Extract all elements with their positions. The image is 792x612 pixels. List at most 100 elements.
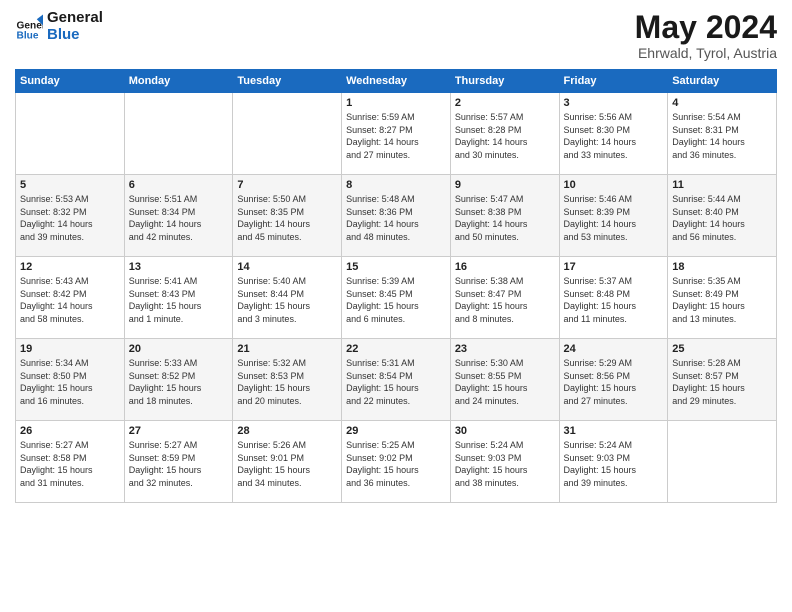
day-cell: 28Sunrise: 5:26 AM Sunset: 9:01 PM Dayli…	[233, 421, 342, 503]
logo: General Blue General Blue	[15, 10, 103, 43]
day-cell: 27 Sunrise: 5:27 AM Sunset: 8:59 PM Dayli…	[124, 421, 233, 503]
day-cell: 29 Sunrise: 5:25 AM Sunset: 9:02 PM Dayli…	[342, 421, 451, 503]
day-cell: 8 Sunrise: 5:48 AM Sunset: 8:36 PM Daylig…	[342, 175, 451, 257]
day-number: 9	[455, 179, 555, 191]
day-cell	[124, 93, 233, 175]
day-info: Sunrise: 5:38 AM Sunset: 8:47 PM Dayligh…	[455, 275, 555, 325]
day-cell	[233, 93, 342, 175]
logo-line1: General	[47, 10, 103, 27]
day-number: 23	[455, 343, 555, 355]
day-number: 13	[129, 261, 229, 273]
col-header-friday: Friday	[559, 70, 668, 93]
day-number: 27	[129, 425, 229, 437]
day-info: Sunrise: 5:57 AM Sunset: 8:28 PM Dayligh…	[455, 111, 555, 161]
day-info: Sunrise: 5:48 AM Sunset: 8:36 PM Dayligh…	[346, 193, 446, 243]
day-cell: 7 Sunrise: 5:50 AM Sunset: 8:35 PM Daylig…	[233, 175, 342, 257]
day-info: Sunrise: 5:32 AM Sunset: 8:53 PM Dayligh…	[237, 357, 337, 407]
col-header-tuesday: Tuesday	[233, 70, 342, 93]
day-number: 18	[672, 261, 772, 273]
day-number: 5	[20, 179, 120, 191]
day-cell: 3 Sunrise: 5:56 AM Sunset: 8:30 PM Daylig…	[559, 93, 668, 175]
day-info: Sunrise: 5:47 AM Sunset: 8:38 PM Dayligh…	[455, 193, 555, 243]
day-number: 2	[455, 97, 555, 109]
logo-icon: General Blue	[15, 13, 43, 41]
col-header-thursday: Thursday	[450, 70, 559, 93]
day-number: 30	[455, 425, 555, 437]
week-row-2: 5 Sunrise: 5:53 AM Sunset: 8:32 PM Daylig…	[16, 175, 777, 257]
day-cell: 2 Sunrise: 5:57 AM Sunset: 8:28 PM Daylig…	[450, 93, 559, 175]
day-cell: 22 Sunrise: 5:31 AM Sunset: 8:54 PM Dayli…	[342, 339, 451, 421]
day-cell: 30Sunrise: 5:24 AM Sunset: 9:03 PM Dayli…	[450, 421, 559, 503]
calendar-table: SundayMondayTuesdayWednesdayThursdayFrid…	[15, 69, 777, 503]
day-number: 10	[564, 179, 664, 191]
col-header-wednesday: Wednesday	[342, 70, 451, 93]
day-cell: 25Sunrise: 5:28 AM Sunset: 8:57 PM Dayli…	[668, 339, 777, 421]
day-info: Sunrise: 5:34 AM Sunset: 8:50 PM Dayligh…	[20, 357, 120, 407]
day-cell: 23 Sunrise: 5:30 AM Sunset: 8:55 PM Dayli…	[450, 339, 559, 421]
day-number: 3	[564, 97, 664, 109]
day-info: Sunrise: 5:33 AM Sunset: 8:52 PM Dayligh…	[129, 357, 229, 407]
day-info: Sunrise: 5:27 AM Sunset: 8:59 PM Dayligh…	[129, 439, 229, 489]
day-info: Sunrise: 5:56 AM Sunset: 8:30 PM Dayligh…	[564, 111, 664, 161]
day-cell	[668, 421, 777, 503]
day-info: Sunrise: 5:27 AM Sunset: 8:58 PM Dayligh…	[20, 439, 120, 489]
day-number: 24	[564, 343, 664, 355]
day-number: 19	[20, 343, 120, 355]
day-info: Sunrise: 5:26 AM Sunset: 9:01 PM Dayligh…	[237, 439, 337, 489]
day-number: 12	[20, 261, 120, 273]
week-row-5: 26 Sunrise: 5:27 AM Sunset: 8:58 PM Dayli…	[16, 421, 777, 503]
main-title: May 2024	[635, 10, 777, 45]
day-number: 26	[20, 425, 120, 437]
day-info: Sunrise: 5:41 AM Sunset: 8:43 PM Dayligh…	[129, 275, 229, 325]
day-info: Sunrise: 5:59 AM Sunset: 8:27 PM Dayligh…	[346, 111, 446, 161]
day-info: Sunrise: 5:53 AM Sunset: 8:32 PM Dayligh…	[20, 193, 120, 243]
day-info: Sunrise: 5:51 AM Sunset: 8:34 PM Dayligh…	[129, 193, 229, 243]
day-info: Sunrise: 5:24 AM Sunset: 9:03 PM Dayligh…	[564, 439, 664, 489]
day-info: Sunrise: 5:54 AM Sunset: 8:31 PM Dayligh…	[672, 111, 772, 161]
day-info: Sunrise: 5:37 AM Sunset: 8:48 PM Dayligh…	[564, 275, 664, 325]
day-cell: 5 Sunrise: 5:53 AM Sunset: 8:32 PM Daylig…	[16, 175, 125, 257]
day-number: 14	[237, 261, 337, 273]
week-row-4: 19 Sunrise: 5:34 AM Sunset: 8:50 PM Dayli…	[16, 339, 777, 421]
page: General Blue General Blue May 2024 Ehrwa…	[0, 0, 792, 612]
day-number: 11	[672, 179, 772, 191]
day-number: 8	[346, 179, 446, 191]
day-cell: 10Sunrise: 5:46 AM Sunset: 8:39 PM Dayli…	[559, 175, 668, 257]
day-cell: 6 Sunrise: 5:51 AM Sunset: 8:34 PM Daylig…	[124, 175, 233, 257]
day-info: Sunrise: 5:29 AM Sunset: 8:56 PM Dayligh…	[564, 357, 664, 407]
day-number: 6	[129, 179, 229, 191]
day-cell: 18Sunrise: 5:35 AM Sunset: 8:49 PM Dayli…	[668, 257, 777, 339]
day-cell: 20Sunrise: 5:33 AM Sunset: 8:52 PM Dayli…	[124, 339, 233, 421]
day-info: Sunrise: 5:43 AM Sunset: 8:42 PM Dayligh…	[20, 275, 120, 325]
day-cell: 31Sunrise: 5:24 AM Sunset: 9:03 PM Dayli…	[559, 421, 668, 503]
day-cell: 17 Sunrise: 5:37 AM Sunset: 8:48 PM Dayli…	[559, 257, 668, 339]
day-number: 7	[237, 179, 337, 191]
day-cell: 12 Sunrise: 5:43 AM Sunset: 8:42 PM Dayli…	[16, 257, 125, 339]
day-number: 25	[672, 343, 772, 355]
day-number: 22	[346, 343, 446, 355]
day-info: Sunrise: 5:31 AM Sunset: 8:54 PM Dayligh…	[346, 357, 446, 407]
day-info: Sunrise: 5:30 AM Sunset: 8:55 PM Dayligh…	[455, 357, 555, 407]
svg-text:Blue: Blue	[17, 30, 39, 40]
day-cell	[16, 93, 125, 175]
day-cell: 15Sunrise: 5:39 AM Sunset: 8:45 PM Dayli…	[342, 257, 451, 339]
header: General Blue General Blue May 2024 Ehrwa…	[15, 10, 777, 61]
day-cell: 13 Sunrise: 5:41 AM Sunset: 8:43 PM Dayli…	[124, 257, 233, 339]
day-number: 21	[237, 343, 337, 355]
day-info: Sunrise: 5:25 AM Sunset: 9:02 PM Dayligh…	[346, 439, 446, 489]
day-cell: 1Sunrise: 5:59 AM Sunset: 8:27 PM Daylig…	[342, 93, 451, 175]
day-number: 4	[672, 97, 772, 109]
day-info: Sunrise: 5:50 AM Sunset: 8:35 PM Dayligh…	[237, 193, 337, 243]
week-row-1: 1Sunrise: 5:59 AM Sunset: 8:27 PM Daylig…	[16, 93, 777, 175]
day-info: Sunrise: 5:44 AM Sunset: 8:40 PM Dayligh…	[672, 193, 772, 243]
subtitle: Ehrwald, Tyrol, Austria	[635, 45, 777, 61]
day-info: Sunrise: 5:39 AM Sunset: 8:45 PM Dayligh…	[346, 275, 446, 325]
header-row: SundayMondayTuesdayWednesdayThursdayFrid…	[16, 70, 777, 93]
col-header-saturday: Saturday	[668, 70, 777, 93]
day-cell: 21 Sunrise: 5:32 AM Sunset: 8:53 PM Dayli…	[233, 339, 342, 421]
logo-line2: Blue	[47, 27, 103, 44]
day-number: 29	[346, 425, 446, 437]
day-cell: 4 Sunrise: 5:54 AM Sunset: 8:31 PM Daylig…	[668, 93, 777, 175]
title-block: May 2024 Ehrwald, Tyrol, Austria	[635, 10, 777, 61]
day-number: 17	[564, 261, 664, 273]
